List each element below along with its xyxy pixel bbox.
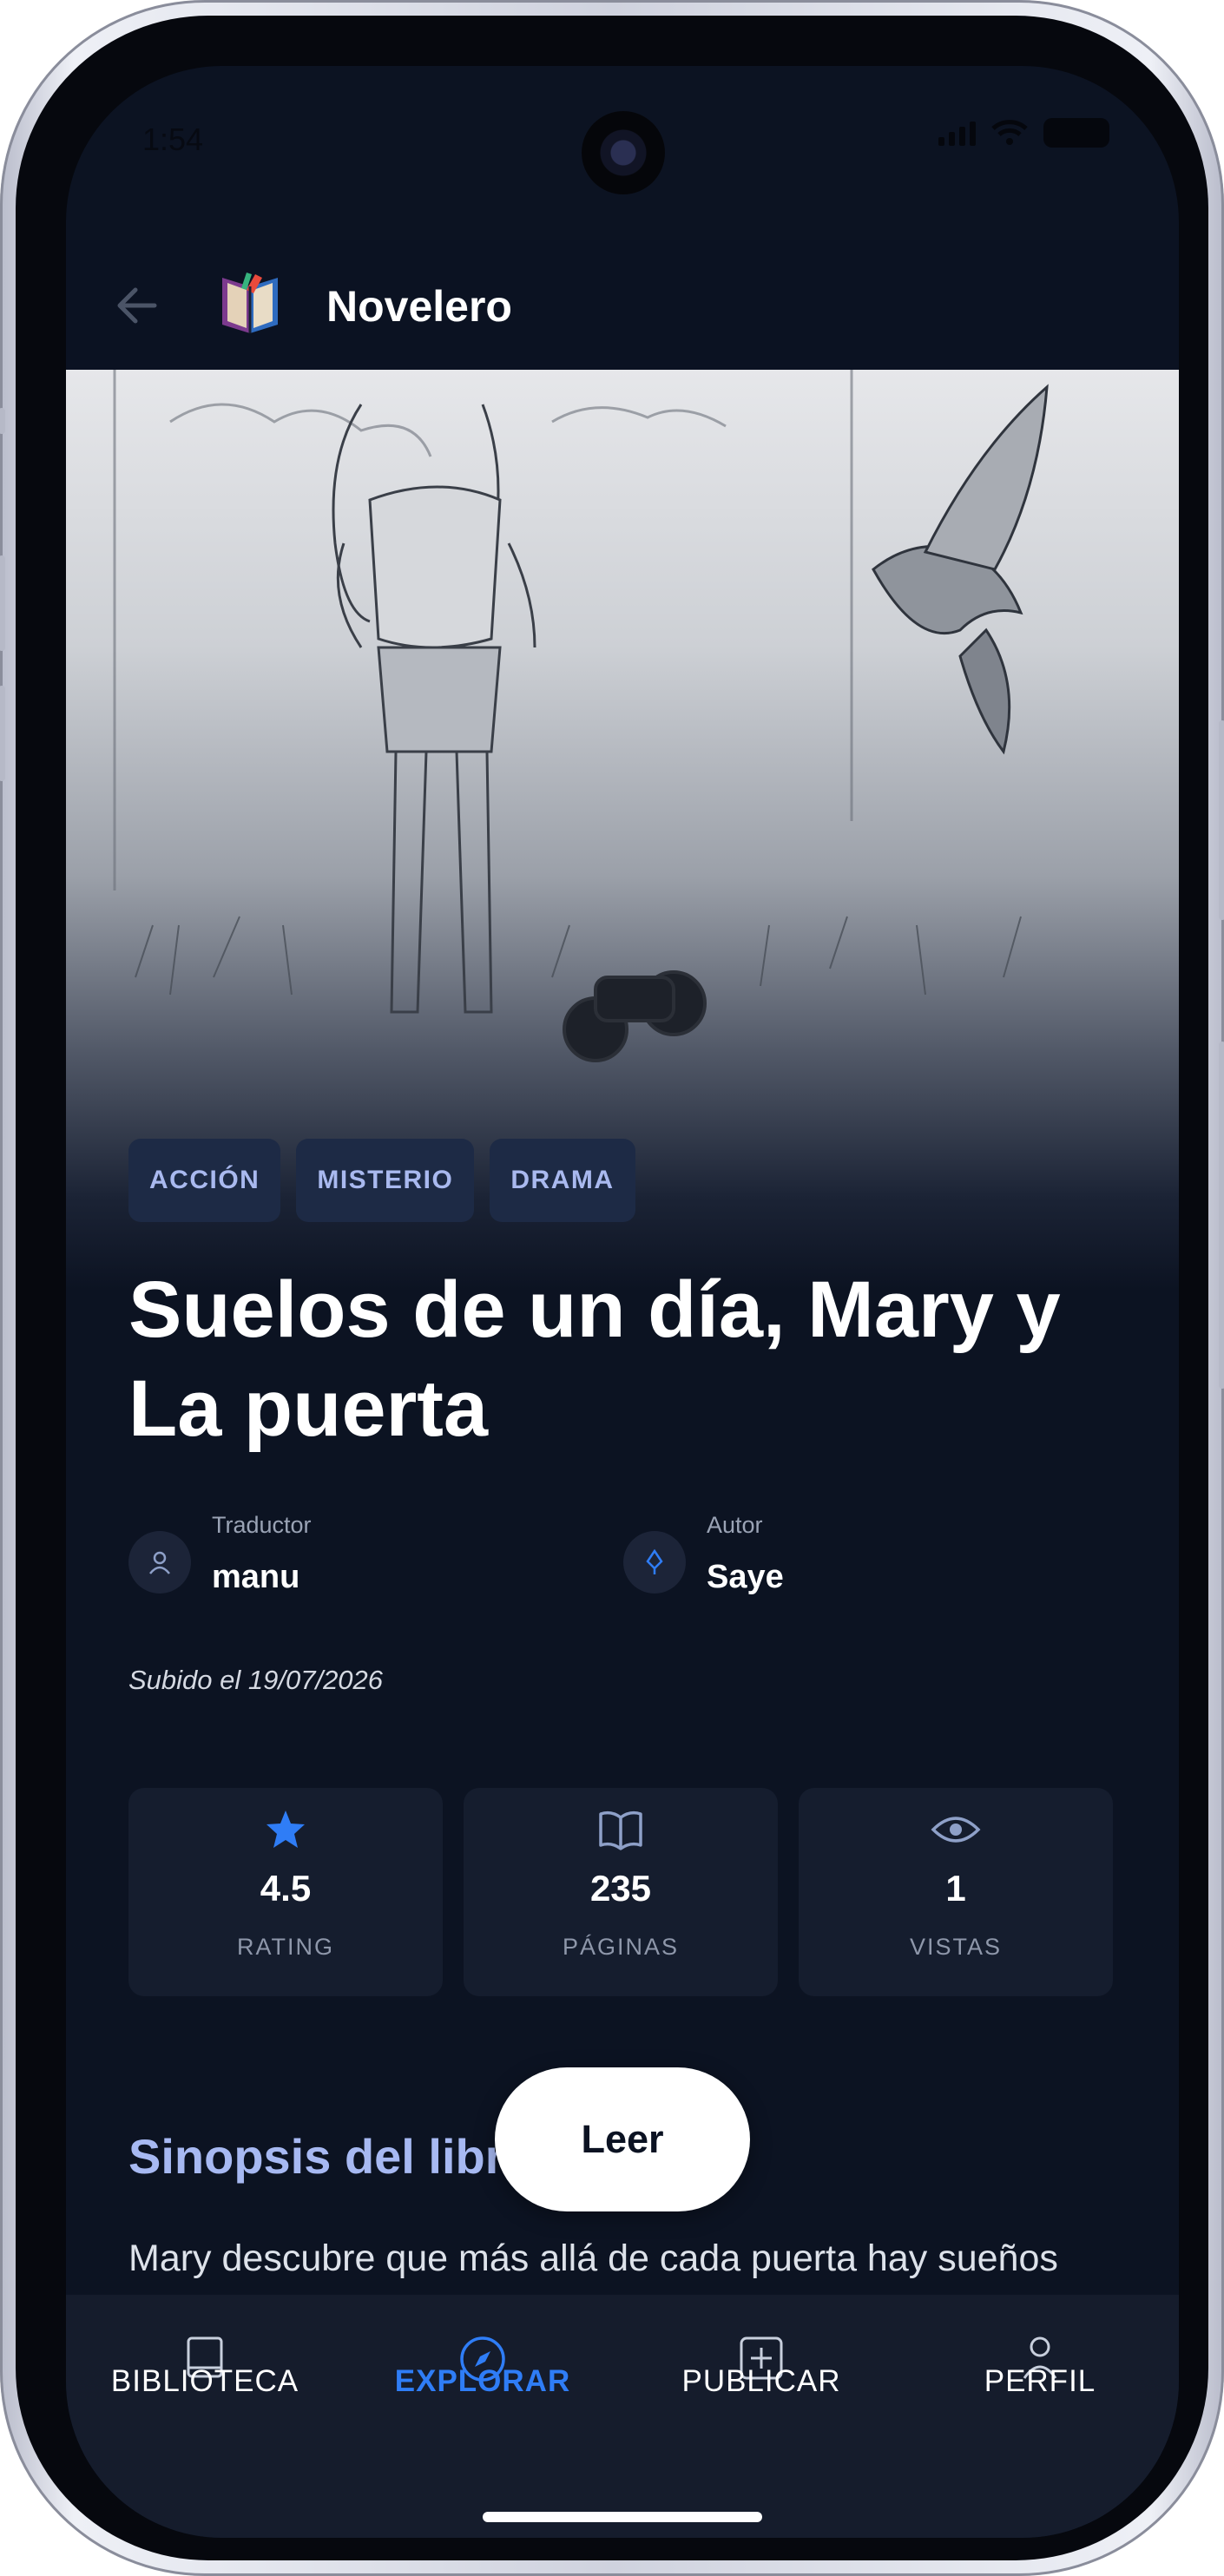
author-role: Autor (707, 1512, 763, 1538)
book-logo-icon (222, 273, 278, 333)
tag-misterio[interactable]: MISTERIO (296, 1139, 475, 1222)
stat-rating: 4.5 RATING (128, 1788, 443, 1996)
book-open-icon (599, 1810, 642, 1850)
translator-role: Traductor (212, 1512, 312, 1538)
nav-explorar[interactable]: EXPLORAR (344, 2335, 622, 2422)
synopsis-title: Sinopsis del libro (128, 2129, 534, 2184)
app-bar: Novelero (66, 240, 1179, 370)
front-camera (582, 111, 665, 194)
stat-pages-value: 235 (589, 1868, 652, 1909)
action-button (0, 408, 5, 434)
wifi-icon (991, 120, 1028, 145)
genre-tags: ACCIÓN MISTERIO DRAMA (128, 1139, 635, 1222)
translator-name: manu (212, 1559, 300, 1595)
author-name: Saye (707, 1559, 784, 1595)
tag-drama[interactable]: DRAMA (490, 1139, 635, 1222)
battery-icon (1043, 118, 1109, 148)
arrow-left-icon[interactable] (111, 279, 163, 332)
nav-publicar-label: PUBLICAR (681, 2364, 841, 2398)
stat-rating-value: 4.5 (260, 1868, 312, 1909)
bottom-nav: BIBLIOTECA EXPLORAR PUBLICAR PERFIL (66, 2295, 1179, 2538)
nav-biblioteca-label: BIBLIOTECA (110, 2364, 299, 2398)
pen-nib-icon (646, 1549, 663, 1574)
stats-row: 4.5 RATING 235 PÁGINAS 1 VISTAS (128, 1788, 1113, 1996)
phone-frame: 1:54 Novelero ACCIÓN MISTERIO DRAMA Suel… (0, 0, 1224, 2576)
tag-accion[interactable]: ACCIÓN (128, 1139, 281, 1222)
upload-date: Subido el 19/07/2026 (128, 1665, 384, 1695)
volume-down-button (0, 686, 5, 781)
stat-views: 1 VISTAS (799, 1788, 1113, 1996)
nav-explorar-label: EXPLORAR (394, 2364, 571, 2398)
book-title: Suelos de un día, Mary y La puerta (128, 1265, 1061, 1453)
stat-views-label: VISTAS (909, 1934, 1003, 1960)
volume-up-button (0, 555, 5, 651)
screen: 1:54 Novelero ACCIÓN MISTERIO DRAMA Suel… (66, 66, 1179, 2538)
nav-publicar[interactable]: PUBLICAR (622, 2335, 900, 2422)
bezel: 1:54 Novelero ACCIÓN MISTERIO DRAMA Suel… (16, 16, 1208, 2560)
nav-perfil-label: PERFIL (984, 2364, 1096, 2398)
power-button (1219, 720, 1224, 920)
user-icon (149, 1551, 170, 1574)
signal-icon (938, 120, 976, 146)
status-time: 1:54 (142, 122, 204, 157)
stat-views-value: 1 (945, 1868, 966, 1909)
status-bar: 1:54 (66, 66, 1179, 266)
camera-control-button (1219, 1042, 1224, 1389)
star-icon (267, 1810, 305, 1848)
stat-pages-label: PÁGINAS (562, 1934, 680, 1960)
status-icons (938, 118, 1109, 148)
stat-pages: 235 PÁGINAS (464, 1788, 778, 1996)
author-info[interactable]: Autor Saye (623, 1512, 1075, 1607)
nav-perfil[interactable]: PERFIL (901, 2335, 1179, 2422)
home-indicator[interactable] (483, 2512, 762, 2522)
author-avatar (623, 1531, 686, 1594)
synopsis-text: Mary descubre que más allá de cada puert… (128, 2238, 1058, 2279)
eye-icon (931, 1817, 981, 1843)
read-button[interactable]: Leer (495, 2067, 750, 2211)
stat-rating-label: RATING (237, 1934, 334, 1960)
translator-info[interactable]: Traductor manu (128, 1512, 580, 1607)
app-title: Novelero (326, 282, 512, 331)
nav-biblioteca[interactable]: BIBLIOTECA (66, 2335, 344, 2422)
translator-avatar (128, 1531, 191, 1594)
